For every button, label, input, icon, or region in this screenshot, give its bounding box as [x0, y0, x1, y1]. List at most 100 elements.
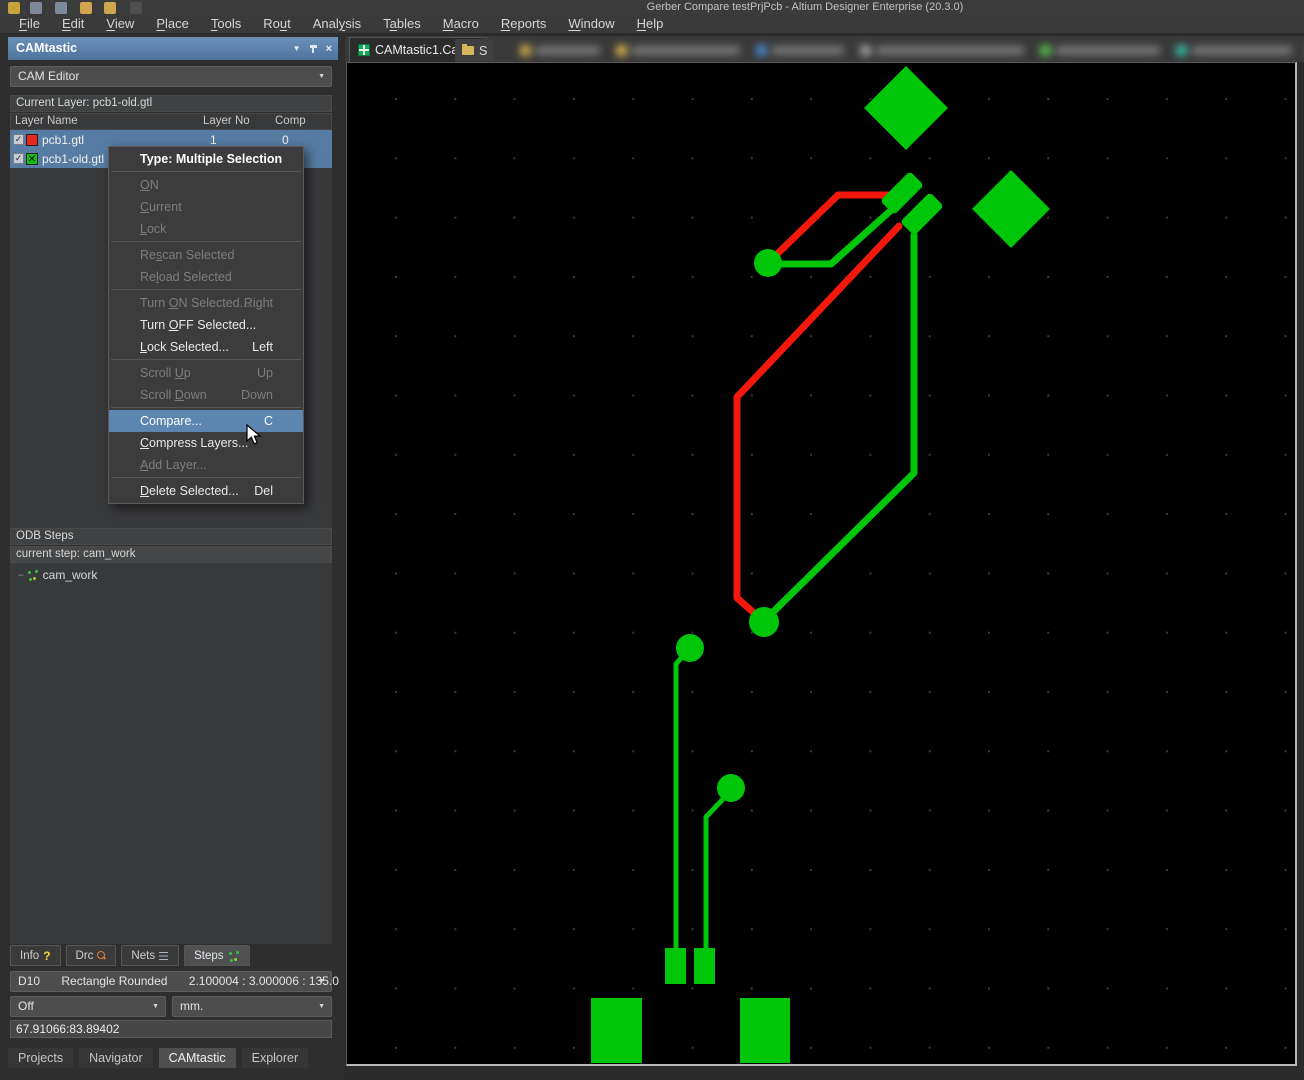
- grid-dot: [632, 691, 634, 693]
- pcb-trace-green[interactable]: [771, 204, 898, 264]
- layer-context-menu: Type: Multiple SelectionONCurrentLockRes…: [108, 146, 304, 504]
- menu-tables[interactable]: Tables: [372, 14, 432, 33]
- pcb-pad-diamond[interactable]: [972, 170, 1050, 248]
- tab-document-2[interactable]: S: [455, 39, 494, 62]
- layer-visibility-checkbox[interactable]: ✓: [13, 134, 24, 145]
- grid-dot: [573, 276, 575, 278]
- grid-dot: [573, 691, 575, 693]
- menu-item-lock-selected[interactable]: Lock Selected...Left: [109, 336, 303, 358]
- tree-item-cam-work[interactable]: -- cam_work: [18, 568, 97, 582]
- pcb-trace-red[interactable]: [737, 226, 899, 620]
- menu-help[interactable]: Help: [626, 14, 675, 33]
- menu-window[interactable]: Window: [557, 14, 625, 33]
- grid-dot: [1047, 928, 1049, 930]
- grid-dot: [751, 988, 753, 990]
- editor-mode-select[interactable]: CAM Editor ▼: [10, 66, 332, 87]
- odb-steps-tree[interactable]: -- cam_work: [10, 563, 332, 944]
- open-folder-icon[interactable]: [80, 2, 92, 14]
- coordinates-field[interactable]: 67.91066:83.89402: [10, 1020, 332, 1038]
- grid-dot: [869, 869, 871, 871]
- grid-dot: [751, 276, 753, 278]
- menu-analysis[interactable]: Analysis: [302, 14, 372, 33]
- bolt-icon[interactable]: [8, 2, 20, 14]
- grid-dot: [929, 1047, 931, 1049]
- menu-item-delete-selected[interactable]: Delete Selected...Del: [109, 480, 303, 502]
- layer-color-swatch[interactable]: [26, 134, 38, 146]
- pcb-pad-diamond[interactable]: [864, 66, 948, 150]
- menu-file[interactable]: File: [8, 14, 51, 33]
- grid-dot: [573, 988, 575, 990]
- menu-item-label: ON: [140, 178, 159, 192]
- pcb-pad-round[interactable]: [749, 607, 779, 637]
- grid-dot: [1225, 988, 1227, 990]
- grid-dot: [929, 869, 931, 871]
- grid-dot: [929, 335, 931, 337]
- grid-dot: [454, 513, 456, 515]
- grid-dot: [573, 454, 575, 456]
- grid-dot: [869, 928, 871, 930]
- aperture-shape: Rectangle Rounded: [61, 974, 167, 988]
- menu-item-lock: Lock: [109, 218, 303, 240]
- pcb-pad-rect[interactable]: [740, 998, 790, 1063]
- panel-title: CAMtastic: [16, 41, 77, 55]
- grid-dot: [988, 988, 990, 990]
- grid-dot: [395, 98, 397, 100]
- menu-rout[interactable]: Rout: [252, 14, 301, 33]
- grid-dot: [692, 988, 694, 990]
- grid-dot: [395, 572, 397, 574]
- close-icon[interactable]: ×: [326, 44, 332, 54]
- panel-tab-nets[interactable]: Nets: [121, 945, 179, 966]
- pcb-pad-round[interactable]: [754, 249, 782, 277]
- snap-mode-select[interactable]: Off ▼: [10, 996, 166, 1017]
- blurred-tab-icon: [616, 45, 627, 56]
- layer-visibility-checkbox[interactable]: ✓: [13, 153, 24, 164]
- grid-dot: [573, 572, 575, 574]
- menu-item-compare[interactable]: Compare...C: [109, 410, 303, 432]
- menu-place[interactable]: Place: [145, 14, 200, 33]
- print-icon[interactable]: [55, 2, 67, 14]
- pcb-artwork[interactable]: [347, 63, 1294, 1063]
- pin-icon[interactable]: [310, 44, 317, 53]
- blurred-tab-icon: [860, 45, 871, 56]
- grid-dot: [810, 750, 812, 752]
- layer-color-swatch[interactable]: ✕: [26, 153, 38, 165]
- camtastic-panel-header[interactable]: CAMtastic ▼ ×: [8, 37, 338, 60]
- menu-macro[interactable]: Macro: [432, 14, 490, 33]
- cam-canvas[interactable]: [346, 62, 1297, 1066]
- workspace-tab-projects[interactable]: Projects: [8, 1048, 73, 1068]
- grid-dot: [869, 98, 871, 100]
- pcb-trace-green[interactable]: [706, 798, 724, 951]
- pcb-pad-rect[interactable]: [591, 998, 642, 1063]
- grid-dot: [1285, 750, 1287, 752]
- panel-tab-info[interactable]: Info?: [10, 945, 61, 966]
- workspace-tab-camtastic[interactable]: CAMtastic: [159, 1048, 236, 1068]
- menu-reports[interactable]: Reports: [490, 14, 558, 33]
- menu-edit[interactable]: Edit: [51, 14, 95, 33]
- menu-item-compress-layers[interactable]: Compress Layers...: [109, 432, 303, 454]
- grid-dot: [1166, 632, 1168, 634]
- pcb-pad-rect[interactable]: [694, 948, 715, 984]
- toolbar-extra-icon[interactable]: [130, 2, 142, 14]
- save-icon[interactable]: [30, 2, 42, 14]
- pcb-trace-green[interactable]: [676, 657, 682, 951]
- grid-dot: [632, 572, 634, 574]
- aperture-select[interactable]: D10 Rectangle Rounded 2.100004 : 3.00000…: [10, 971, 332, 992]
- altium-designer-window: Gerber Compare testPrjPcb - Altium Desig…: [0, 0, 1304, 1080]
- grid-dot: [1225, 632, 1227, 634]
- panel-menu-arrow-icon[interactable]: ▼: [293, 37, 301, 60]
- units-select[interactable]: mm. ▼: [172, 996, 332, 1017]
- panel-tab-steps[interactable]: Steps: [184, 945, 249, 966]
- grid-dot: [751, 750, 753, 752]
- panel-tab-drc[interactable]: Drc: [66, 945, 117, 966]
- menu-view[interactable]: View: [95, 14, 145, 33]
- workspace-tab-explorer[interactable]: Explorer: [242, 1048, 309, 1068]
- grid-dot: [869, 276, 871, 278]
- menu-tools[interactable]: Tools: [200, 14, 252, 33]
- menu-item-label: Type: Multiple Selection: [140, 152, 282, 166]
- open-project-icon[interactable]: [104, 2, 116, 14]
- menu-item-turn-off-selected[interactable]: Turn OFF Selected...: [109, 314, 303, 336]
- grid-dot: [1107, 632, 1109, 634]
- pcb-pad-rect[interactable]: [665, 948, 686, 984]
- menu-item-add-layer: Add Layer...: [109, 454, 303, 476]
- workspace-tab-navigator[interactable]: Navigator: [79, 1048, 153, 1068]
